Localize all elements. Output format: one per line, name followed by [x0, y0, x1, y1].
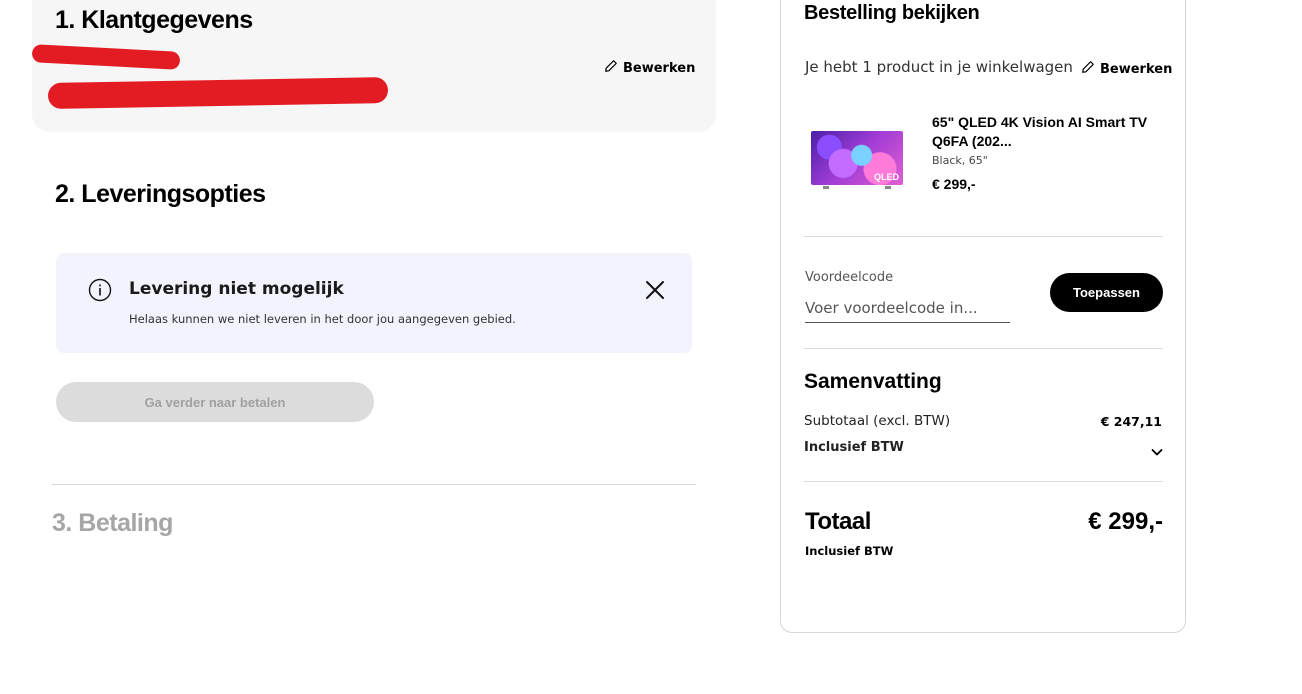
pencil-icon [1081, 60, 1095, 78]
edit-cart-button[interactable]: Bewerken [1081, 60, 1172, 78]
alert-message: Helaas kunnen we niet leveren in het doo… [129, 312, 516, 326]
delivery-alert [56, 253, 692, 353]
step-customer-title: 1. Klantgegevens [55, 6, 253, 34]
divider [52, 484, 696, 485]
cart-count-text: Je hebt 1 product in je winkelwagen [805, 58, 1073, 76]
tv-stand [823, 186, 829, 189]
product-price: € 299,- [932, 176, 976, 192]
subtotal-value: € 247,11 [1100, 414, 1162, 429]
promo-code-input[interactable] [805, 294, 1010, 323]
chevron-down-icon[interactable] [1150, 444, 1164, 458]
alert-title: Levering niet mogelijk [129, 279, 344, 299]
subtotal-label: Subtotaal (excl. BTW) [804, 413, 951, 429]
edit-label: Bewerken [623, 60, 696, 76]
pencil-icon [604, 59, 618, 77]
vat-toggle-label[interactable]: Inclusief BTW [804, 440, 904, 455]
close-icon[interactable] [643, 278, 667, 302]
divider [804, 481, 1163, 482]
product-variant: Black, 65" [932, 154, 988, 167]
product-name[interactable]: 65" QLED 4K Vision AI Smart TV Q6FA (202… [932, 113, 1152, 151]
step-payment-title: 3. Betaling [52, 509, 173, 537]
total-value: € 299,- [1088, 508, 1163, 535]
summary-title: Samenvatting [804, 370, 942, 393]
total-vat-note: Inclusief BTW [805, 544, 894, 558]
promo-code-label: Voordeelcode [805, 270, 894, 285]
edit-label: Bewerken [1100, 61, 1173, 77]
divider [804, 236, 1163, 237]
divider [804, 348, 1163, 349]
order-title: Bestelling bekijken [804, 2, 980, 24]
info-icon [88, 278, 112, 302]
product-image[interactable]: QLED [811, 131, 903, 189]
apply-promo-button[interactable]: Toepassen [1050, 273, 1163, 312]
step-delivery-title: 2. Leveringsopties [55, 180, 266, 208]
edit-customer-button[interactable]: Bewerken [604, 59, 695, 77]
continue-to-payment-button[interactable]: Ga verder naar betalen [56, 382, 374, 422]
tv-stand [885, 186, 891, 189]
product-image-badge: QLED [873, 172, 899, 182]
total-label: Totaal [805, 508, 871, 535]
